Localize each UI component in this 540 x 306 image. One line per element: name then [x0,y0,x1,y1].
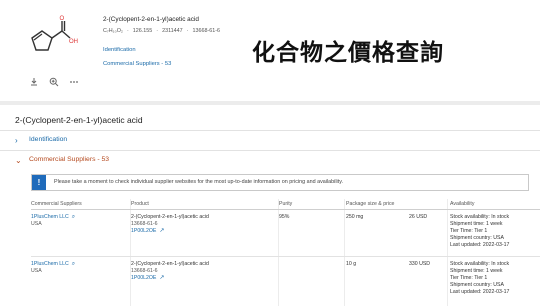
product-id-link[interactable]: 1P00L2OE [131,275,156,281]
product-cell: 2-(Cyclopent-2-en-1-yl)acetic acid 13668… [131,214,209,235]
package-cell: 10 g [346,261,357,267]
table-row: 1PlusChem LLC ⌕ USA 2-(Cyclopent-2-en-1-y… [31,211,540,257]
section-identification[interactable]: › Identification [0,130,540,150]
product-cas: 13668-61-6 [131,268,158,274]
section-label: Identification [29,136,68,143]
chevron-down-icon: ⌄ [15,156,22,165]
meta-sep: · [156,28,159,34]
info-alert: ! Please take a moment to check individu… [31,174,529,191]
zoom-icon[interactable] [48,76,60,88]
suppliers-table-header: Commercial Suppliers Product Purity Pack… [31,199,540,210]
product-name: 2-(Cyclopent-2-en-1-yl)acetic acid [131,214,209,220]
supplier-country: USA [31,268,42,274]
header-availability[interactable]: Availability [450,201,474,207]
supplier-link[interactable]: 1PlusChem LLC [31,261,69,267]
meta-sep: · [126,28,129,34]
structure-thumbnail[interactable]: O OH [22,14,82,66]
availability-line: Shipment country: USA [450,235,504,241]
compound-cas: 13668-61-6 [192,28,221,34]
more-icon[interactable] [68,76,80,88]
section-divider [0,101,540,105]
availability-line: Last updated: 2022-03-17 [450,289,510,295]
header-package[interactable]: Package size & price [346,201,394,207]
product-id-link[interactable]: 1P00L2OE [131,228,156,234]
formula: C₇H₁₀O₂ [103,28,123,34]
package-cell: 250 mg [346,214,364,220]
supplier-link[interactable]: 1PlusChem LLC [31,214,69,220]
availability-cell: Stock availability: In stock Shipment ti… [450,214,509,249]
availability-line: Tier Time: Tier 1 [450,275,488,281]
info-icon: ! [32,175,46,190]
external-link-icon[interactable]: ↗ [159,228,164,234]
search-icon[interactable]: ⌕ [72,214,75,220]
svg-text:O: O [60,16,65,22]
compound-meta: C₇H₁₀O₂ · 126.155 · 2311447 · 13668-61-6 [103,28,243,34]
supplier-country: USA [31,221,42,227]
availability-line: Stock availability: In stock [450,214,510,220]
product-name: 2-(Cyclopent-2-en-1-yl)acetic acid [131,261,209,267]
download-icon[interactable] [28,76,40,88]
external-link-icon[interactable]: ↗ [159,275,164,281]
alert-text: Please take a moment to check individual… [54,179,344,185]
thumbnail-actions [28,76,80,88]
compound-summary: 2-(Cyclopent-2-en-1-yl)acetic acid C₇H₁₀… [103,16,243,67]
availability-cell: Stock availability: In stock Shipment ti… [450,261,509,296]
price-cell: 330 USD [409,261,431,267]
price-lookup-caption: 化合物之價格查詢 [252,39,444,66]
table-row: 1PlusChem LLC ⌕ USA 2-(Cyclopent-2-en-1-y… [31,258,540,306]
molecular-weight: 126.155 [132,28,153,34]
identification-link[interactable]: Identification [103,47,243,53]
header-suppliers[interactable]: Commercial Suppliers [31,201,82,207]
compound-cid: 2311447 [162,28,183,34]
availability-line: Stock availability: In stock [450,261,510,267]
search-icon[interactable]: ⌕ [72,261,75,267]
page-title: 2-(Cyclopent-2-en-1-yl)acetic acid [15,115,143,125]
supplier-cell: 1PlusChem LLC ⌕ USA [31,214,75,228]
availability-line: Tier Time: Tier 1 [450,228,488,234]
header-product[interactable]: Product [131,201,149,207]
header-purity[interactable]: Purity [279,201,292,207]
product-cas: 13668-61-6 [131,221,158,227]
meta-sep: · [186,28,189,34]
availability-line: Last updated: 2022-03-17 [450,242,510,248]
commercial-suppliers-link[interactable]: Commercial Suppliers - 53 [103,61,243,67]
product-cell: 2-(Cyclopent-2-en-1-yl)acetic acid 13668… [131,261,209,282]
section-label: Commercial Suppliers - 53 [29,156,110,163]
section-commercial-suppliers[interactable]: ⌄ Commercial Suppliers - 53 [0,150,540,170]
purity-cell: 95% [279,214,290,220]
price-cell: 26 USD [409,214,428,220]
chevron-right-icon: › [15,136,18,145]
availability-line: Shipment time: 1 week [450,268,503,274]
availability-line: Shipment country: USA [450,282,504,288]
compound-title[interactable]: 2-(Cyclopent-2-en-1-yl)acetic acid [103,16,243,23]
availability-line: Shipment time: 1 week [450,221,503,227]
svg-text:OH: OH [69,39,78,45]
supplier-cell: 1PlusChem LLC ⌕ USA [31,261,75,275]
